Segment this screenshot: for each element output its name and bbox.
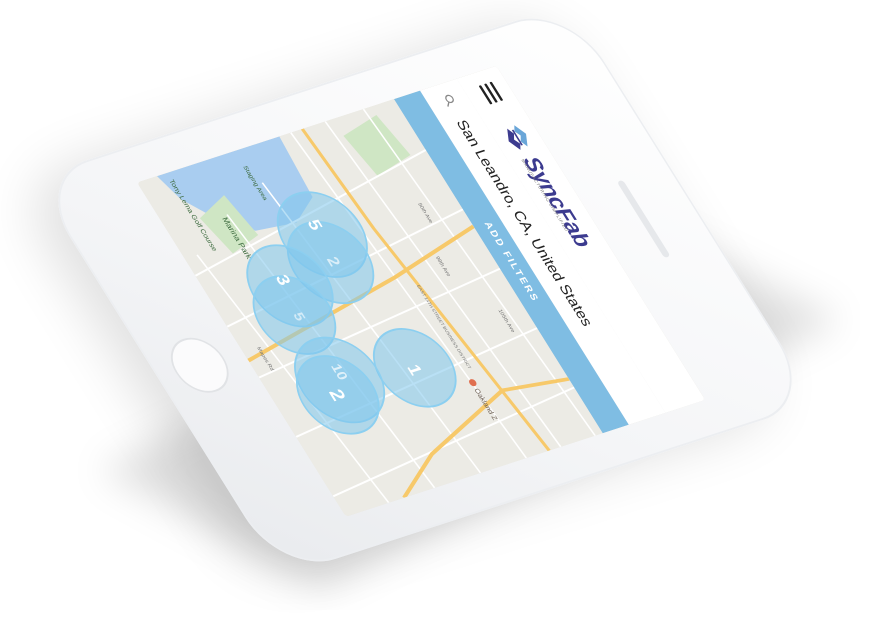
home-button[interactable] xyxy=(159,331,240,400)
search-icon xyxy=(445,94,454,107)
scene: SyncFab MANUFACTURING SIMPLIFIED ADD FIL… xyxy=(0,0,891,622)
hamburger-menu-icon[interactable] xyxy=(478,81,504,105)
phone-screen: SyncFab MANUFACTURING SIMPLIFIED ADD FIL… xyxy=(137,65,706,517)
phone-speaker xyxy=(616,179,671,259)
